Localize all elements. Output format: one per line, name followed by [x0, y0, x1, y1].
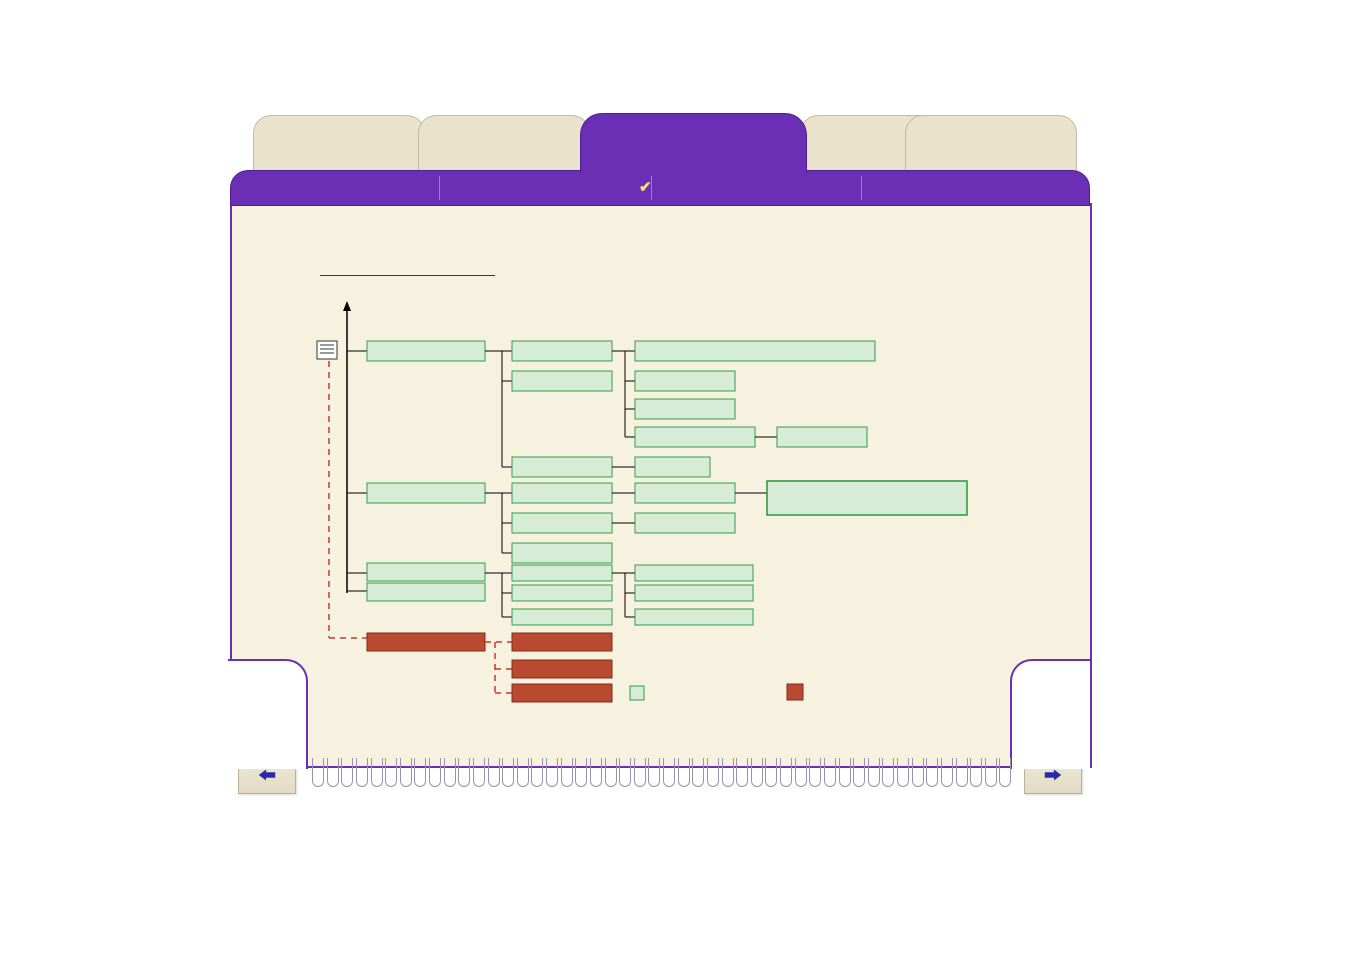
tab-1[interactable]	[253, 115, 425, 171]
page-body	[230, 203, 1092, 768]
node-g3-col2b	[512, 585, 612, 601]
legend-green-swatch	[630, 686, 644, 700]
tree-diagram	[307, 283, 1067, 753]
page-notch	[228, 659, 308, 769]
node-g3-col3c	[635, 609, 753, 625]
node-g2-col3a	[635, 483, 735, 503]
node-g3-col1a	[367, 563, 485, 581]
node-red-col1	[367, 633, 485, 651]
node-g1-col3d	[635, 427, 755, 447]
diagram-area	[307, 263, 1067, 743]
stage: ✔	[0, 0, 1351, 954]
node-g1-col2c	[512, 457, 612, 477]
tab-5[interactable]	[905, 115, 1077, 171]
node-g2-col1	[367, 483, 485, 503]
node-g3-col1b	[367, 583, 485, 601]
node-g3-col3a	[635, 565, 753, 581]
node-g1-col3b	[635, 371, 735, 391]
node-g2-sidebox	[767, 481, 967, 515]
node-g1-col2b	[512, 371, 612, 391]
node-g1-col3c	[635, 399, 735, 419]
node-g2-col2c	[512, 543, 612, 563]
page-notch	[1010, 659, 1090, 769]
header-separator	[439, 176, 440, 200]
tab-2[interactable]	[418, 115, 590, 171]
node-g2-col3b	[635, 513, 735, 533]
node-g2-col2a	[512, 483, 612, 503]
header-bar: ✔	[230, 170, 1090, 206]
node-g2-col2b	[512, 513, 612, 533]
node-g3-col2c	[512, 609, 612, 625]
node-red-col2a	[512, 633, 612, 651]
legend-red-swatch	[787, 684, 803, 700]
node-g3-col3b	[635, 585, 753, 601]
node-g1-col3e	[635, 457, 710, 477]
title-underline	[320, 275, 495, 276]
scroll-icon	[317, 341, 337, 359]
node-g1-col3a	[635, 341, 875, 361]
node-red-col2c	[512, 684, 612, 702]
tab-3-active[interactable]	[580, 113, 807, 174]
header-separator	[861, 176, 862, 200]
node-g1-col2a	[512, 341, 612, 361]
node-g3-col2a	[512, 565, 612, 581]
header-separator	[651, 176, 652, 200]
node-red-col2b	[512, 660, 612, 678]
check-icon: ✔	[639, 178, 652, 196]
spiral-binding	[312, 758, 1012, 798]
node-g1-col1	[367, 341, 485, 361]
node-g1-col3d-ext	[777, 427, 867, 447]
